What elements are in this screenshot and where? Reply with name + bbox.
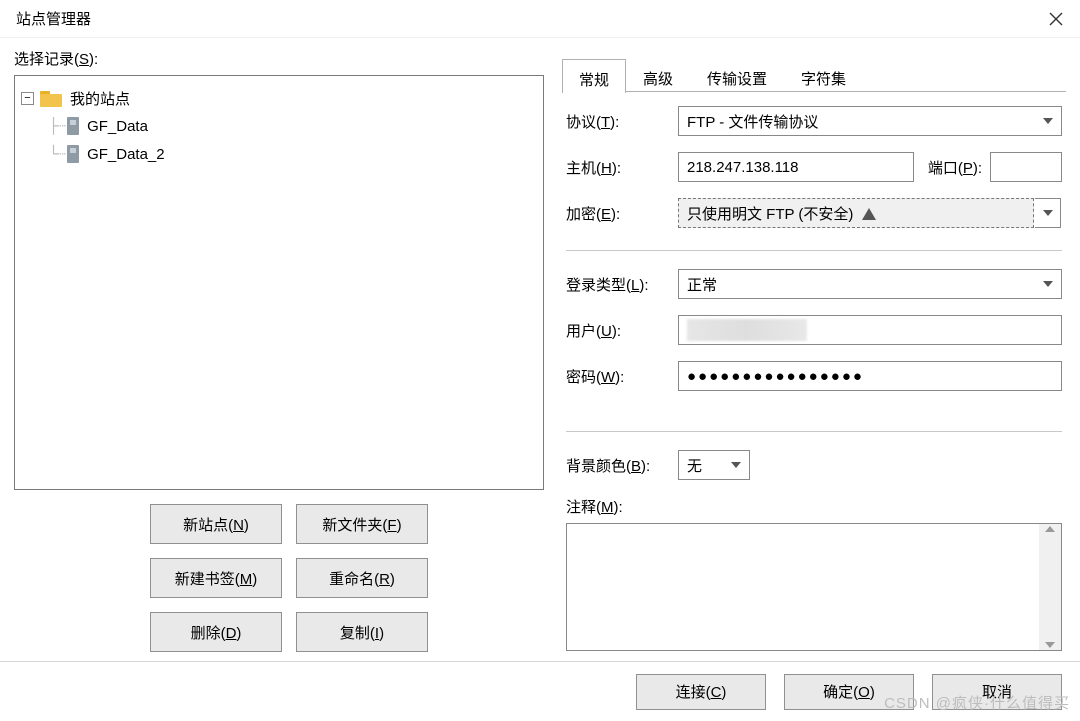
tab-charset[interactable]: 字符集 xyxy=(784,58,863,92)
notes-content[interactable] xyxy=(567,524,1039,650)
divider xyxy=(566,431,1062,432)
close-icon[interactable] xyxy=(1032,0,1080,38)
protocol-value: FTP - 文件传输协议 xyxy=(687,111,818,132)
tree-root-item[interactable]: − 我的站点 xyxy=(21,84,537,112)
chevron-down-icon xyxy=(1043,281,1053,287)
host-label: 主机(H): xyxy=(566,157,678,178)
password-label: 密码(W): xyxy=(566,366,678,387)
logon-value: 正常 xyxy=(687,274,717,295)
row-protocol: 协议(T): FTP - 文件传输协议 xyxy=(566,106,1062,136)
port-input[interactable] xyxy=(990,152,1062,182)
tree-site-item[interactable]: ├┈ GF_Data xyxy=(21,112,537,140)
rename-button[interactable]: 重命名(R) xyxy=(296,558,428,598)
row-encrypt: 加密(E): 只使用明文 FTP (不安全) xyxy=(566,198,1062,228)
tab-transfer[interactable]: 传输设置 xyxy=(690,58,784,92)
user-value-obscured xyxy=(687,319,807,341)
scrollbar[interactable] xyxy=(1039,524,1061,650)
site-tree[interactable]: − 我的站点 ├┈ GF_Data └┈ GF_Data_2 xyxy=(14,75,544,490)
new-site-button[interactable]: 新站点(N) xyxy=(150,504,282,544)
tree-expander-icon[interactable]: − xyxy=(21,92,34,105)
row-bgcolor: 背景颜色(B): 无 xyxy=(566,450,1062,480)
row-user: 用户(U): xyxy=(566,315,1062,345)
form-general: 协议(T): FTP - 文件传输协议 主机(H): 218.247.138.1… xyxy=(562,92,1066,651)
footer: 连接(C) 确定(O) 取消 xyxy=(0,661,1080,721)
chevron-down-icon xyxy=(731,462,741,468)
tabs: 常规 高级 传输设置 字符集 xyxy=(562,58,1066,92)
chevron-down-icon xyxy=(1043,118,1053,124)
delete-button[interactable]: 删除(D) xyxy=(150,612,282,652)
right-pane: 常规 高级 传输设置 字符集 协议(T): FTP - 文件传输协议 主机(H)… xyxy=(544,48,1066,661)
tree-site-label: GF_Data_2 xyxy=(87,146,165,163)
cancel-button[interactable]: 取消 xyxy=(932,674,1062,710)
titlebar: 站点管理器 xyxy=(0,0,1080,38)
tree-root-label: 我的站点 xyxy=(70,88,130,109)
logon-label: 登录类型(L): xyxy=(566,274,678,295)
scroll-up-icon[interactable] xyxy=(1045,526,1055,532)
left-button-grid: 新站点(N) 新文件夹(F) 新建书签(M) 重命名(R) 删除(D) 复制(I… xyxy=(14,504,544,652)
connect-button[interactable]: 连接(C) xyxy=(636,674,766,710)
row-password: 密码(W): ●●●●●●●●●●●●●●●● xyxy=(566,361,1062,391)
scroll-down-icon[interactable] xyxy=(1045,642,1055,648)
port-wrap: 端口(P): xyxy=(928,152,1062,182)
row-logon: 登录类型(L): 正常 xyxy=(566,269,1062,299)
port-label: 端口(P): xyxy=(928,157,982,178)
tab-general[interactable]: 常规 xyxy=(562,59,626,93)
divider xyxy=(566,250,1062,251)
bgcolor-select[interactable]: 无 xyxy=(678,450,750,480)
encrypt-label: 加密(E): xyxy=(566,203,678,224)
encrypt-select[interactable]: 只使用明文 FTP (不安全) xyxy=(678,198,1034,228)
main-content: 选择记录(S): − 我的站点 ├┈ GF_Data └┈ GF_Data_2 … xyxy=(0,38,1080,661)
row-host: 主机(H): 218.247.138.118 端口(P): xyxy=(566,152,1062,182)
bgcolor-label: 背景颜色(B): xyxy=(566,455,678,476)
logon-select[interactable]: 正常 xyxy=(678,269,1062,299)
tree-site-label: GF_Data xyxy=(87,118,148,135)
tree-site-item[interactable]: └┈ GF_Data_2 xyxy=(21,140,537,168)
notes-textarea[interactable] xyxy=(566,523,1062,651)
window-title: 站点管理器 xyxy=(16,8,1032,29)
bgcolor-value: 无 xyxy=(687,455,702,476)
tab-advanced[interactable]: 高级 xyxy=(626,58,690,92)
new-bookmark-button[interactable]: 新建书签(M) xyxy=(150,558,282,598)
server-icon xyxy=(67,117,79,135)
ok-button[interactable]: 确定(O) xyxy=(784,674,914,710)
encrypt-value: 只使用明文 FTP (不安全) xyxy=(687,206,853,223)
chevron-down-icon[interactable] xyxy=(1035,198,1061,228)
select-record-label: 选择记录(S): xyxy=(14,48,544,69)
host-value: 218.247.138.118 xyxy=(687,159,799,176)
host-input[interactable]: 218.247.138.118 xyxy=(678,152,914,182)
user-input[interactable] xyxy=(678,315,1062,345)
left-pane: 选择记录(S): − 我的站点 ├┈ GF_Data └┈ GF_Data_2 … xyxy=(14,48,544,661)
copy-button[interactable]: 复制(I) xyxy=(296,612,428,652)
protocol-label: 协议(T): xyxy=(566,111,678,132)
folder-icon xyxy=(40,89,62,107)
new-folder-button[interactable]: 新文件夹(F) xyxy=(296,504,428,544)
warning-icon xyxy=(862,208,876,220)
protocol-select[interactable]: FTP - 文件传输协议 xyxy=(678,106,1062,136)
user-label: 用户(U): xyxy=(566,320,678,341)
server-icon xyxy=(67,145,79,163)
password-input[interactable]: ●●●●●●●●●●●●●●●● xyxy=(678,361,1062,391)
password-value: ●●●●●●●●●●●●●●●● xyxy=(687,368,864,385)
notes-label: 注释(M): xyxy=(566,496,1062,517)
